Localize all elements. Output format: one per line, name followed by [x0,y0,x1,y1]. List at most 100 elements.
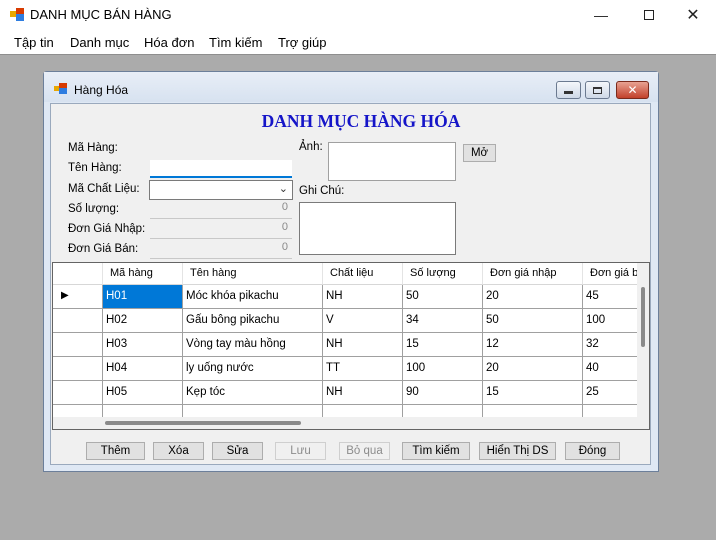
child-title: Hàng Hóa [74,83,129,97]
col-header-chat-lieu[interactable]: Chất liệu [323,263,403,285]
ma-hang-field[interactable] [150,140,292,158]
cell-chat-lieu[interactable]: NH [323,381,403,405]
ma-chat-lieu-combobox[interactable]: ⌄ [149,180,293,200]
anh-image-box [328,142,456,181]
ten-hang-field[interactable] [150,160,292,178]
app-title: DANH MỤC BÁN HÀNG [30,7,172,22]
cell-so-luong[interactable]: 15 [403,333,483,357]
label-ten-hang: Tên Hàng: [68,162,122,174]
label-don-gia-ban: Đơn Giá Bán: [68,243,139,255]
row-header[interactable] [53,309,103,333]
cell-so-luong[interactable]: 50 [403,285,483,309]
table-row[interactable]: H05 Kẹp tóc NH 90 15 25 [53,381,649,405]
bo-qua-button[interactable]: Bỏ qua [339,442,390,460]
cell-chat-lieu[interactable]: TT [323,357,403,381]
chevron-down-icon: ⌄ [278,183,288,195]
maximize-icon [644,10,654,20]
cell-don-gia-nhap[interactable]: 15 [483,381,583,405]
cell-ma-hang[interactable]: H01 [103,285,183,309]
cell-ten-hang[interactable]: ly uống nước [183,357,323,381]
don-gia-ban-field[interactable]: 0 [150,241,292,259]
luu-button[interactable]: Lưu [275,442,326,460]
child-maximize-button[interactable] [585,81,610,99]
form-client-area: DANH MỤC HÀNG HÓA Mã Hàng: Tên Hàng: Mã … [50,103,651,465]
cell-ma-hang[interactable]: H04 [103,357,183,381]
child-titlebar[interactable]: Hàng Hóa ✕ [44,72,658,102]
cell-so-luong[interactable]: 90 [403,381,483,405]
form-heading: DANH MỤC HÀNG HÓA [261,111,461,131]
table-row[interactable]: ▶ H01 Móc khóa pikachu NH 50 20 45 [53,285,649,309]
menu-tro-giup[interactable]: Trợ giúp [278,35,327,50]
col-header-ten-hang[interactable]: Tên hàng [183,263,323,285]
menu-bar: Tập tin Danh mục Hóa đơn Tìm kiếm Trợ gi… [0,30,716,54]
close-icon: ✕ [627,83,638,97]
grid-header: Mã hàng Tên hàng Chất liệu Số lượng Đơn … [53,263,649,285]
mo-button[interactable]: Mở [463,144,496,162]
cell-chat-lieu[interactable]: V [323,309,403,333]
dong-button[interactable]: Đóng [565,442,620,460]
label-ghi-chu: Ghi Chú: [299,185,345,197]
xoa-button[interactable]: Xóa [153,442,204,460]
cell-don-gia-nhap[interactable]: 20 [483,357,583,381]
so-luong-field[interactable]: 0 [150,201,292,219]
cell-chat-lieu[interactable]: NH [323,333,403,357]
child-close-button[interactable]: ✕ [616,81,649,99]
maximize-button[interactable] [626,0,672,30]
hien-thi-ds-button[interactable]: Hiển Thị DS [479,442,556,460]
label-ma-hang: Mã Hàng: [68,142,118,154]
cell-so-luong[interactable]: 34 [403,309,483,333]
menu-danh-muc[interactable]: Danh mục [70,35,129,50]
horizontal-scroll-thumb[interactable] [105,421,301,425]
hang-hoa-grid[interactable]: Mã hàng Tên hàng Chất liệu Số lượng Đơn … [52,262,650,430]
row-header[interactable] [53,381,103,405]
current-row-arrow-icon: ▶ [61,290,69,301]
cell-don-gia-nhap[interactable]: 12 [483,333,583,357]
vertical-scroll-thumb[interactable] [641,287,645,347]
menu-tap-tin[interactable]: Tập tin [14,35,54,50]
menu-tim-kiem[interactable]: Tìm kiếm [209,35,262,50]
table-row[interactable]: H03 Vòng tay màu hồng NH 15 12 32 [53,333,649,357]
them-button[interactable]: Thêm [86,442,145,460]
app-titlebar: DANH MỤC BÁN HÀNG — ✕ [0,0,716,30]
child-minimize-button[interactable] [556,81,581,99]
col-header-so-luong[interactable]: Số lượng [403,263,483,285]
minimize-icon [564,91,573,94]
tim-kiem-button[interactable]: Tìm kiếm [402,442,470,460]
close-button[interactable]: ✕ [670,0,716,30]
label-anh: Ảnh: [299,141,323,153]
grid-corner [53,263,103,285]
cell-ten-hang[interactable]: Kẹp tóc [183,381,323,405]
cell-ma-hang[interactable]: H05 [103,381,183,405]
child-app-icon [54,83,67,94]
row-header[interactable]: ▶ [53,285,103,309]
menu-hoa-don[interactable]: Hóa đơn [144,35,194,50]
sua-button[interactable]: Sửa [212,442,263,460]
close-icon: ✕ [686,7,700,24]
minimize-icon: — [594,7,608,23]
cell-chat-lieu[interactable]: NH [323,285,403,309]
vertical-scrollbar[interactable] [637,263,649,429]
ghi-chu-textarea[interactable] [299,202,456,255]
horizontal-scrollbar[interactable] [53,417,649,429]
child-window-hang-hoa: Hàng Hóa ✕ DANH MỤC HÀNG HÓA Mã Hàng: Tê… [43,71,659,472]
cell-ma-hang[interactable]: H03 [103,333,183,357]
col-header-don-gia-nhap[interactable]: Đơn giá nhập [483,263,583,285]
row-header[interactable] [53,333,103,357]
table-row[interactable]: H02 Gấu bông pikachu V 34 50 100 [53,309,649,333]
col-header-ma-hang[interactable]: Mã hàng [103,263,183,285]
app-icon [10,8,24,21]
label-don-gia-nhap: Đơn Giá Nhập: [68,223,146,235]
don-gia-nhap-field[interactable]: 0 [150,221,292,239]
cell-ten-hang[interactable]: Gấu bông pikachu [183,309,323,333]
cell-ten-hang[interactable]: Vòng tay màu hồng [183,333,323,357]
label-so-luong: Số lượng: [68,203,120,215]
cell-ma-hang[interactable]: H02 [103,309,183,333]
cell-ten-hang[interactable]: Móc khóa pikachu [183,285,323,309]
cell-so-luong[interactable]: 100 [403,357,483,381]
cell-don-gia-nhap[interactable]: 50 [483,309,583,333]
minimize-button[interactable]: — [578,0,624,30]
maximize-icon [593,86,602,94]
row-header[interactable] [53,357,103,381]
table-row[interactable]: H04 ly uống nước TT 100 20 40 [53,357,649,381]
cell-don-gia-nhap[interactable]: 20 [483,285,583,309]
